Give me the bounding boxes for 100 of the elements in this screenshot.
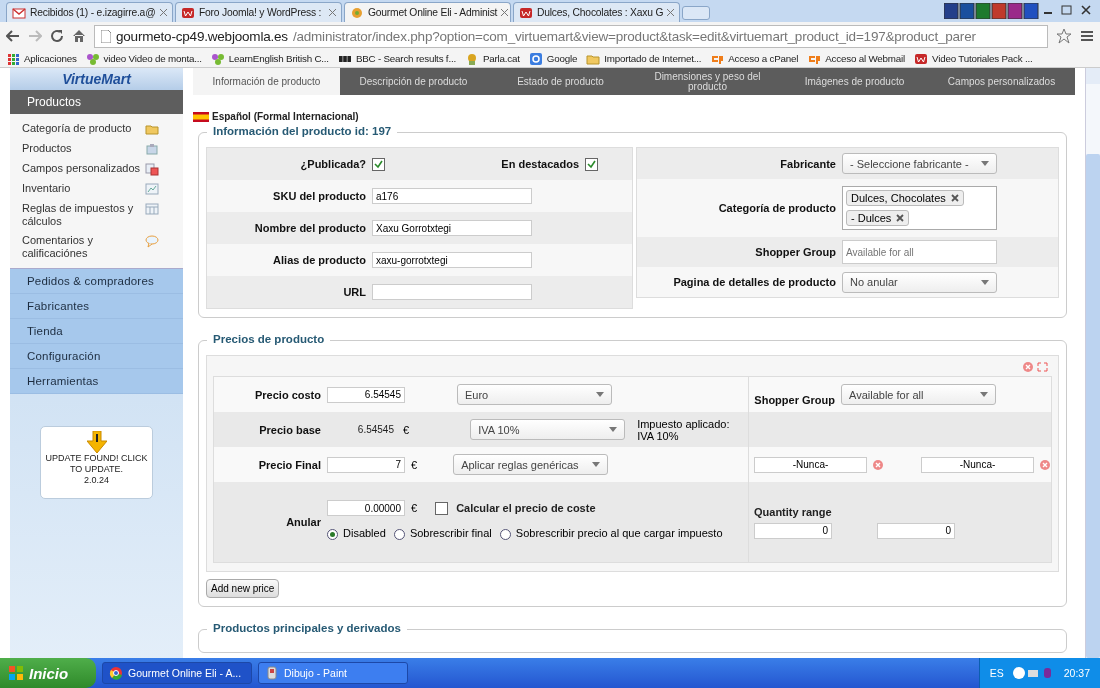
caret-icon	[596, 392, 604, 397]
table-icon	[145, 202, 159, 216]
close-icon[interactable]	[329, 9, 336, 16]
menu-item[interactable]: Campos personalizados	[10, 162, 183, 176]
reload-icon[interactable]	[50, 29, 64, 43]
bookmark[interactable]: Acceso a cPanel	[710, 51, 799, 66]
home-icon[interactable]	[72, 29, 86, 43]
field-label: URL	[342, 286, 367, 298]
caret-icon	[592, 462, 601, 467]
start-button[interactable]: Inicio	[0, 658, 96, 688]
menu-section[interactable]: Configuración	[10, 344, 183, 369]
close-icon[interactable]	[501, 9, 509, 16]
bookmark[interactable]: video Video de monta...	[85, 51, 202, 66]
virtuemart-logo: VirtueMart	[10, 68, 183, 90]
close-icon[interactable]	[896, 214, 905, 222]
field-label: SKU del producto	[272, 190, 367, 202]
date-field[interactable]: -Nunca-	[754, 456, 867, 473]
menu-item[interactable]: Categoría de producto	[10, 122, 183, 136]
dropdown[interactable]: Available for all	[841, 384, 996, 405]
product-tab[interactable]: Estado de producto	[487, 68, 634, 95]
caret-icon	[981, 161, 989, 166]
close-icon[interactable]	[667, 9, 675, 16]
bookmark[interactable]: Acceso al Webmail	[807, 51, 905, 66]
checkbox[interactable]	[435, 501, 449, 515]
language-indicator[interactable]: ES	[989, 667, 1004, 679]
product-tab[interactable]: Dimensiones y peso del producto	[634, 68, 781, 95]
spain-flag-icon	[193, 111, 209, 122]
checkbox[interactable]	[585, 157, 598, 171]
text-field[interactable]: xaxu-gorrotxtegi	[372, 252, 532, 268]
radio-button[interactable]	[327, 528, 338, 540]
bookmark[interactable]: BBC - Search results f...	[337, 51, 456, 66]
text-field[interactable]: Available for all	[842, 240, 997, 264]
field-label: Precio Final	[257, 458, 322, 471]
price-field[interactable]: 7	[327, 456, 405, 473]
address-bar[interactable]: gourmeto-cp49.webjoomla.es /administrator/index.php?option=com_virtuemart&view=product&task=edit&virtuemart_product_id=197&product_parer	[94, 24, 1048, 48]
window-controls-icon[interactable]	[1042, 3, 1094, 17]
menu-section[interactable]: Fabricantes	[10, 294, 183, 319]
paint-icon	[265, 666, 279, 680]
bookmark[interactable]: Google	[528, 51, 578, 66]
price-field[interactable]: 0.00000	[327, 500, 405, 516]
taskbar-button[interactable]: Dibujo - Paint	[258, 662, 408, 684]
product-tab[interactable]: Campos personalizados	[928, 68, 1075, 95]
menu-section[interactable]: Pedidos & compradores	[10, 269, 183, 294]
dropdown[interactable]: No anular	[842, 271, 997, 293]
menu-icon[interactable]	[1080, 29, 1094, 43]
dots-icon	[85, 51, 100, 66]
checkbox-label: Calcular el precio de coste	[456, 502, 596, 514]
date-field[interactable]: -Nunca-	[921, 456, 1034, 473]
radio-option[interactable]: Disabled	[327, 527, 389, 539]
text-field[interactable]	[372, 284, 532, 300]
menu-item[interactable]: Comentarios y calificaciónes	[10, 234, 183, 260]
windows-logo-icon	[8, 665, 24, 681]
mail-icon	[12, 5, 26, 20]
product-tab[interactable]: Descripción de producto	[340, 68, 487, 95]
product-tab[interactable]: Información de producto	[193, 68, 340, 95]
dropdown[interactable]: Aplicar reglas genéricas	[453, 454, 609, 475]
bookmark[interactable]: Video Tutoriales Pack ...	[914, 51, 1033, 66]
speech-bubble-icon	[145, 234, 159, 248]
dropdown[interactable]: Euro	[457, 384, 612, 405]
add-price-button[interactable]: Add new price	[206, 579, 280, 598]
menu-item[interactable]: Reglas de impuestos y cálculos	[10, 202, 183, 228]
tax-note: Impuesto aplicado: IVA 10%	[637, 417, 731, 442]
browser-icon	[109, 666, 123, 680]
checkbox[interactable]	[372, 157, 385, 171]
text-field[interactable]: a176	[372, 188, 532, 204]
product-tab[interactable]: Imágenes de producto	[781, 68, 928, 95]
quantity-field[interactable]: 0	[877, 522, 955, 539]
browser-tab[interactable]: Dulces, Chocolates : Xaxu G	[513, 2, 680, 22]
radio-option[interactable]: Sobrescribir precio al que cargar impuesto	[494, 527, 723, 539]
star-icon[interactable]	[1056, 28, 1072, 44]
radio-option[interactable]: Sobrescribir final	[388, 527, 495, 539]
price-field[interactable]: 6.54545	[327, 386, 405, 403]
close-icon[interactable]	[160, 9, 167, 16]
field-label: Categoría de producto	[717, 202, 837, 214]
dropdown[interactable]: IVA 10%	[470, 419, 626, 440]
close-icon[interactable]	[950, 194, 959, 202]
radio-button[interactable]	[499, 528, 511, 540]
bookmark[interactable]: Parla.cat	[464, 51, 520, 66]
taskbar-button[interactable]: Gourmet Online Eli - A...	[102, 662, 252, 684]
quantity-field[interactable]: 0	[754, 522, 832, 539]
bookmark[interactable]: Importado de Internet...	[586, 51, 702, 66]
browser-tab[interactable]: Gourmet Online Eli - Administ	[344, 2, 511, 22]
apps-grid-icon	[6, 51, 20, 66]
browser-tab[interactable]: Foro Joomla! y WordPress :	[175, 2, 342, 22]
update-notice[interactable]: UPDATE FOUND! CLICK TO UPDATE. 2.0.24	[40, 426, 153, 499]
back-icon[interactable]	[6, 29, 20, 43]
bookmark[interactable]: Aplicaciones	[6, 51, 77, 66]
text-field[interactable]: Xaxu Gorrotxtegi	[372, 220, 532, 236]
bookmark[interactable]: LearnEnglish British C...	[210, 51, 329, 66]
menu-item[interactable]: Productos	[10, 142, 183, 156]
scrollbar[interactable]	[1085, 68, 1100, 658]
caret-icon	[609, 427, 618, 432]
menu-item[interactable]: Inventario	[10, 182, 183, 196]
dropdown[interactable]: - Seleccione fabricante -	[842, 153, 997, 174]
category-field[interactable]: Dulces, Chocolates - Dulces	[842, 186, 997, 230]
radio-button[interactable]	[393, 528, 405, 540]
menu-section[interactable]: Tienda	[10, 319, 183, 344]
menu-section[interactable]: Productos	[10, 90, 183, 114]
browser-tab[interactable]: Recibidos (1) - e.izagirre.a@	[6, 2, 173, 22]
menu-section[interactable]: Herramientas	[10, 369, 183, 394]
